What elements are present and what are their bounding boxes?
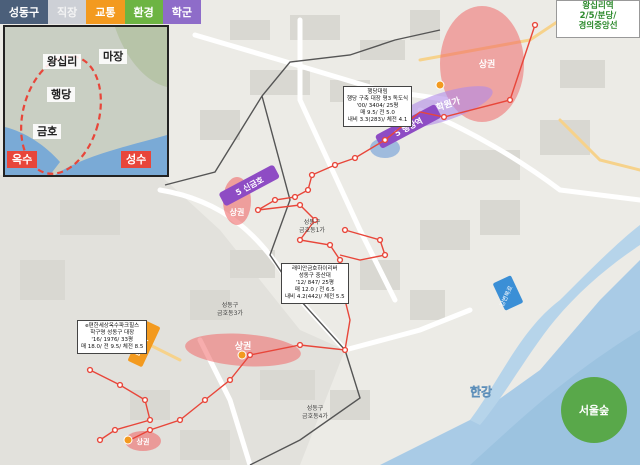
callout-e-pyunhan: e편한세상옥수파크힐스 학구명 성동구 대장 '16/ 1976/ 33평 매 …: [77, 320, 148, 354]
legend-transport[interactable]: 교통: [86, 0, 125, 24]
inset-label-wangsimni: 왕십리: [43, 54, 82, 69]
legend-work[interactable]: 직장: [48, 0, 87, 24]
legend-title: 성동구: [0, 0, 48, 24]
station-lines: 2/5/분당/: [579, 11, 617, 21]
callout-line: 래미안금호하이리버: [292, 266, 338, 272]
callout-line: '16/ 1976/ 33평: [91, 337, 134, 343]
han-river-label: 한강: [470, 384, 492, 399]
seongdong-label-a: 성동구: [304, 218, 321, 226]
seoul-forest-label: 서울숲: [579, 403, 609, 417]
inset-map: 왕십리 마장 행당 금호 옥수 성수: [3, 25, 169, 177]
callout-line: '00/ 3404/ 25평: [356, 103, 399, 109]
inset-label-majang: 마장: [99, 49, 128, 64]
callout-haengdang: 행당대림 행당 구축 대장 평3 독도식 '00/ 3404/ 25평 매 9.…: [343, 86, 413, 127]
callout-line: 행당 구축 대장 평3 독도식: [347, 96, 409, 102]
seongdong-label-c: 성동구: [307, 404, 324, 412]
legend-environment[interactable]: 환경: [124, 0, 163, 24]
apt-marker-oksu[interactable]: [123, 435, 133, 445]
inset-label-haengdang: 행당: [47, 87, 76, 102]
inset-label-geumho: 금호: [33, 124, 62, 139]
legend-bar: 성동구 직장 교통 환경 학군: [0, 0, 201, 24]
callout-line: '12/ 847/ 25평: [295, 280, 334, 286]
sanggwon-top-label: 상권: [479, 58, 496, 70]
callout-raemian: 래미안금호하이리버 성동구 중산대 '12/ 847/ 25평 매 12.0 /…: [281, 263, 349, 304]
callout-line: 매 18.0/ 전 9.5/ 체전 8.5: [81, 344, 144, 350]
apt-marker-geumho[interactable]: [237, 350, 247, 360]
geumho4-label: 금호동4가: [302, 412, 328, 420]
legend-school[interactable]: 학군: [162, 0, 201, 24]
callout-line: 행당대림: [367, 89, 388, 95]
callout-line: 학구명 성동구 대장: [90, 330, 135, 336]
apt-marker-haengdang[interactable]: [435, 80, 445, 90]
station-lines2: 경의중앙선: [578, 21, 618, 31]
map-stage: 강변북로 서울숲 상권 상권 상권 상권 학원가 5 행당역 5 신금호 나들목: [0, 0, 640, 465]
callout-line: 매 9.5/ 전 5.0: [360, 110, 395, 116]
geumho1-label: 금호동1가: [299, 226, 325, 234]
callout-line: 내비 3.3(283)/ 체전 4.1: [347, 117, 408, 123]
station-name: 왕십리역: [582, 1, 614, 11]
geumho3-label: 금호동3가: [217, 309, 243, 317]
inset-label-oksu: 옥수: [7, 151, 38, 168]
inset-label-seongsu: 성수: [121, 151, 152, 168]
callout-line: 매 12.0 / 전 6.5: [294, 287, 335, 293]
callout-line: 성동구 중산대: [298, 273, 331, 279]
seongdong-label-b: 성동구: [222, 301, 239, 309]
callout-line: e편한세상옥수파크힐스: [85, 323, 140, 329]
sanggwon-bottom-label: 상권: [235, 340, 252, 352]
sanggwon-bottom-left-label: 상권: [137, 437, 150, 446]
callout-line: 내비 4.2(442)/ 체전 5.5: [285, 294, 345, 300]
station-info: 왕십리역 2/5/분당/ 경의중앙선: [556, 0, 640, 38]
sanggwon-left-label: 상권: [230, 207, 245, 217]
